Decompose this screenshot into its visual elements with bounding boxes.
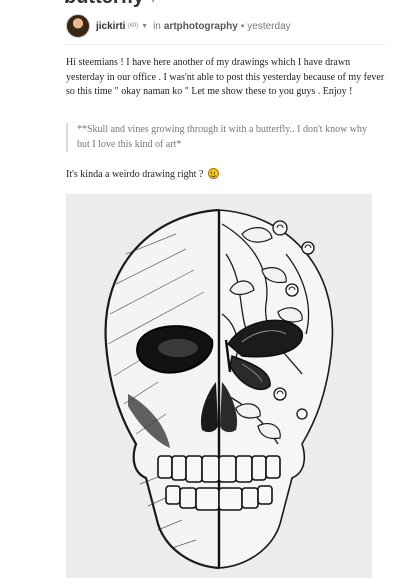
post-intro-text: Hi steemians ! I have here another of my… <box>66 57 385 97</box>
divider <box>64 44 387 45</box>
skull-butterfly-drawing-image[interactable] <box>66 194 372 578</box>
post-quote: **Skull and vines growing through it wit… <box>66 123 377 152</box>
in-label: in <box>153 20 161 32</box>
user-avatar-icon[interactable] <box>66 14 90 38</box>
post-title: butterfly✶ <box>64 0 160 9</box>
butterfly-icon: ✶ <box>146 0 160 7</box>
smiley-emoji-icon <box>207 168 219 179</box>
post-title-text: butterfly <box>64 0 144 8</box>
post-timestamp[interactable]: yesterday <box>247 21 290 32</box>
post-meta: jickirti (40) ▼ in artphotography • yest… <box>66 14 291 38</box>
chevron-down-icon[interactable]: ▼ <box>141 23 148 30</box>
post-caption: It's kinda a weirdo drawing right ? <box>66 168 219 182</box>
reputation-badge: (40) <box>127 23 139 29</box>
author-link[interactable]: jickirti <box>96 21 125 32</box>
community-link[interactable]: artphotography <box>164 21 238 32</box>
separator-dot: • <box>240 20 245 32</box>
post-container: butterfly✶ jickirti (40) ▼ in artphotogr… <box>0 0 405 586</box>
post-caption-text: It's kinda a weirdo drawing right ? <box>66 169 204 180</box>
